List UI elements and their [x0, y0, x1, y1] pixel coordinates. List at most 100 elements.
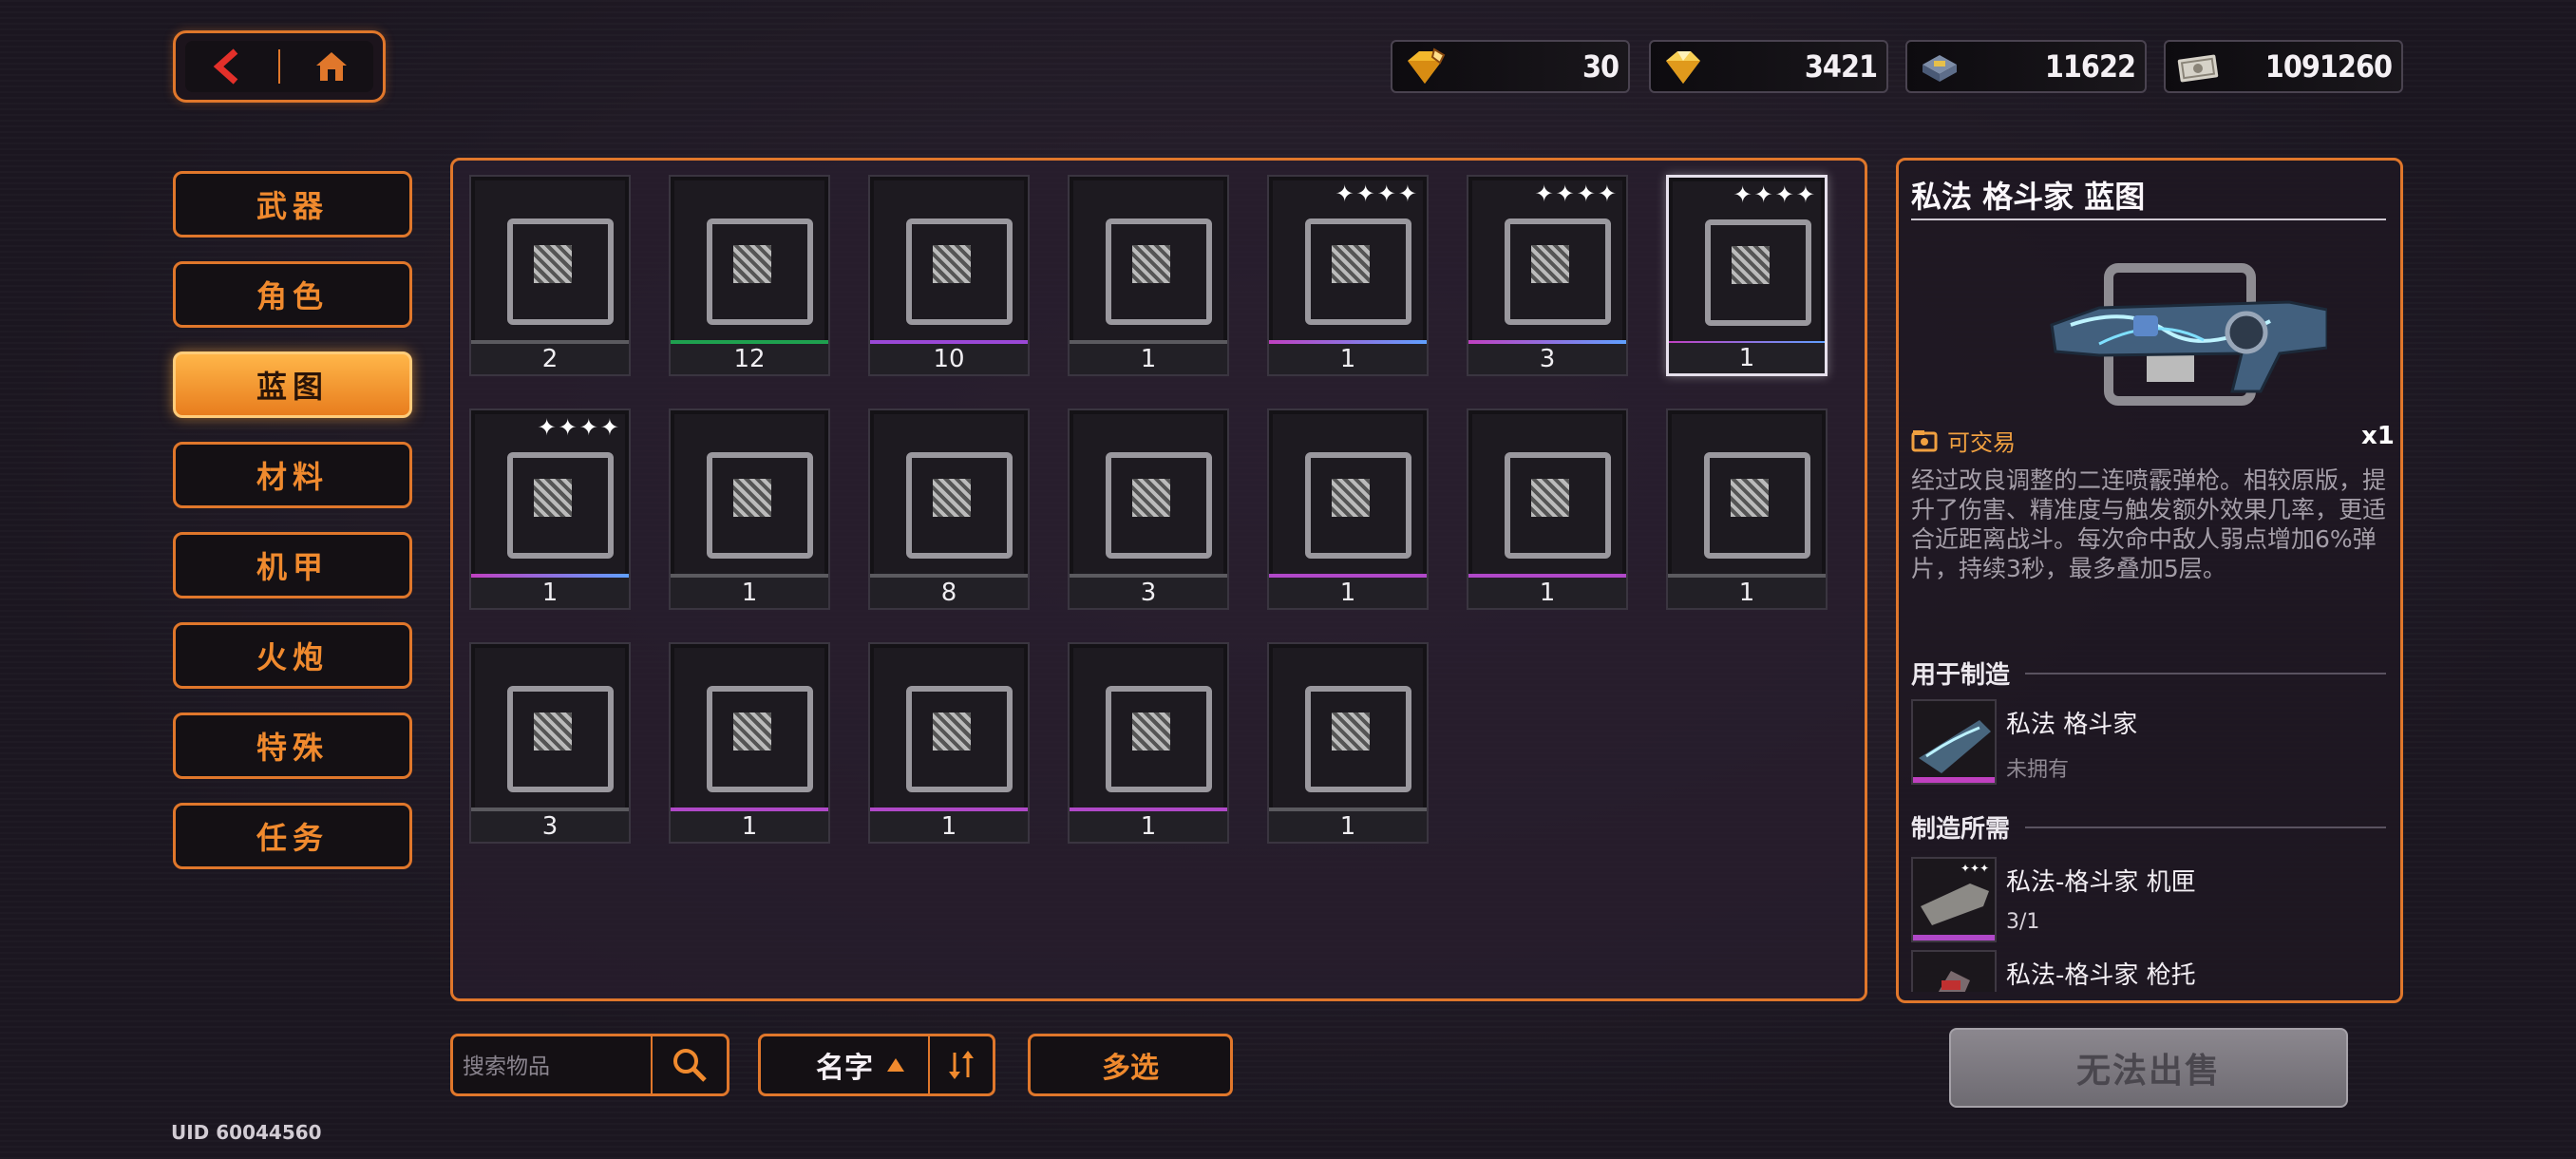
currency-cash[interactable]: 1091260 [2164, 40, 2403, 93]
inventory-item[interactable]: 12 [669, 175, 830, 376]
inventory-item[interactable]: 1 [1068, 175, 1229, 376]
menu-blueprints[interactable]: 蓝图 [173, 352, 412, 418]
home-button[interactable] [298, 40, 365, 93]
requires-header: 制造所需 [1911, 809, 2386, 845]
pistol-blueprint-icon [1106, 218, 1212, 325]
requires-item-icon: ✦✦✦ [1911, 857, 1997, 942]
inventory-item[interactable]: 10 [868, 175, 1030, 376]
inventory-item[interactable]: ✦✦✦✦ 3 [1467, 175, 1628, 376]
inventory-item[interactable]: 1 [669, 408, 830, 610]
inventory-item[interactable]: ✦✦✦✦ 1 [1666, 175, 1828, 376]
rocket-launcher-icon [906, 218, 1013, 325]
svg-text:✦✦✦: ✦✦✦ [1960, 862, 1989, 875]
currency-value: 1091260 [2264, 48, 2393, 85]
menu-artillery[interactable]: 火炮 [173, 622, 412, 689]
menu-weapons[interactable]: 武器 [173, 171, 412, 238]
requires-title: 制造所需 [1911, 815, 2011, 844]
inventory-item[interactable]: 1 [1267, 408, 1429, 610]
inventory-item[interactable]: 1 [669, 642, 830, 844]
menu-special[interactable]: 特殊 [173, 712, 412, 779]
tradable-tag: 可交易 [1911, 424, 2016, 457]
menu-quests[interactable]: 任务 [173, 803, 412, 869]
rarity-stars: ✦✦✦✦ [1733, 181, 1817, 208]
coil-belt-icon [1106, 686, 1212, 792]
currency-gems[interactable]: 3421 [1649, 40, 1888, 93]
nav-separator [277, 49, 280, 84]
inventory-item[interactable]: 1 [868, 642, 1030, 844]
menu-mechs[interactable]: 机甲 [173, 532, 412, 598]
back-button[interactable] [194, 40, 260, 93]
inventory-item[interactable]: 1 [1068, 642, 1229, 844]
used-for-item-status: 未拥有 [2006, 758, 2070, 782]
item-count: 1 [1269, 811, 1427, 842]
detail-title-divider [1911, 218, 2386, 220]
item-image [874, 414, 1024, 574]
gold-diamond-key-icon [1408, 48, 1446, 84]
requires-item[interactable]: ✦✦✦ 私法-格斗家 机匣 3/1 [1911, 857, 2386, 944]
item-image [1472, 414, 1622, 574]
detail-quantity: x1 [2361, 422, 2395, 450]
sort-field-button[interactable]: 名字 [780, 1036, 941, 1093]
item-image [475, 180, 625, 340]
top-nav [173, 30, 386, 103]
used-for-item[interactable]: 私法 格斗家 未拥有 [1911, 699, 2386, 787]
item-count: 3 [471, 811, 629, 842]
inventory-item[interactable]: 8 [868, 408, 1030, 610]
item-count: 1 [1269, 344, 1427, 374]
chevron-left-icon [214, 48, 238, 85]
item-count: 1 [1468, 578, 1626, 608]
triangle-up-icon [887, 1058, 904, 1072]
menu-materials[interactable]: 材料 [173, 442, 412, 508]
item-count: 1 [1070, 811, 1227, 842]
inventory-item[interactable]: 1 [1666, 408, 1828, 610]
currency-value: 11622 [2044, 48, 2136, 85]
inventory-item[interactable]: 1 [1467, 408, 1628, 610]
white-blaster-icon [1106, 452, 1212, 559]
currency-key-gems[interactable]: 30 [1391, 40, 1630, 93]
requires-item-name: 私法-格斗家 枪托 [2006, 961, 2196, 990]
item-image [1273, 648, 1423, 808]
cannot-sell-button[interactable]: 无法出售 [1949, 1028, 2348, 1108]
character-portrait-boy-icon [1305, 686, 1411, 792]
section-divider [2025, 826, 2386, 828]
multi-select-button[interactable]: 多选 [1028, 1034, 1233, 1096]
search-input[interactable] [461, 1044, 654, 1090]
item-image [1073, 648, 1223, 808]
inventory-item[interactable]: ✦✦✦✦ 1 [1267, 175, 1429, 376]
inventory-item[interactable]: 1 [1267, 642, 1429, 844]
item-image [674, 648, 824, 808]
chip-stack-icon [1923, 55, 1957, 82]
item-count: 1 [671, 578, 828, 608]
cannon-blueprint-icon [507, 452, 614, 559]
lantern-badge-icon [707, 218, 813, 325]
used-for-title: 用于制造 [1911, 661, 2011, 690]
item-count: 12 [671, 344, 828, 374]
trade-icon [1911, 429, 1938, 451]
character-portrait-woman-icon [1704, 452, 1810, 559]
inventory-item[interactable]: ✦✦✦✦ 1 [469, 408, 631, 610]
detail-item-image [2042, 249, 2329, 410]
chainsaw-blade-icon [906, 686, 1013, 792]
menu-characters[interactable]: 角色 [173, 261, 412, 328]
inventory-item[interactable]: 3 [1068, 408, 1229, 610]
item-image [874, 180, 1024, 340]
item-image [874, 648, 1024, 808]
sort-direction-button[interactable] [928, 1036, 993, 1093]
item-image [1073, 180, 1223, 340]
used-for-item-icon [1911, 699, 1997, 785]
search-button[interactable] [651, 1036, 727, 1093]
sort-control: 名字 [758, 1034, 995, 1096]
user-id: UID 60044560 [171, 1121, 322, 1144]
gold-diamond-icon [1666, 51, 1700, 84]
inventory-item[interactable]: 3 [469, 642, 631, 844]
requires-item-qty: 3/1 [2006, 910, 2040, 934]
red-crate-icon [707, 686, 813, 792]
requires-item-name: 私法-格斗家 机匣 [2006, 868, 2196, 897]
home-icon [315, 52, 347, 81]
inventory-item[interactable]: 2 [469, 175, 631, 376]
currency-value: 30 [1582, 48, 1619, 85]
requires-item[interactable]: 私法-格斗家 枪托 [1911, 950, 2386, 992]
currency-chips[interactable]: 11622 [1905, 40, 2147, 93]
shotgun-blueprint-icon [1505, 218, 1611, 325]
sniper-blueprint-icon [906, 452, 1013, 559]
